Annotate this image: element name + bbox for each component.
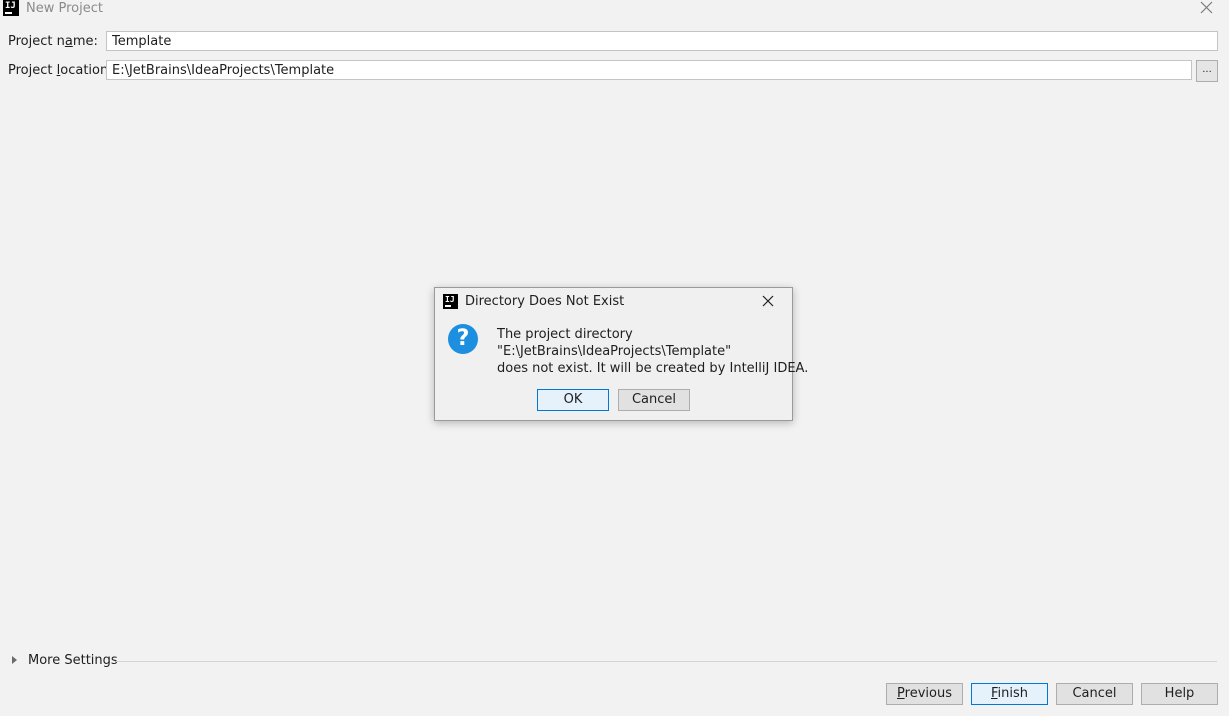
expand-triangle-icon xyxy=(12,656,17,664)
previous-button[interactable]: Previous xyxy=(886,683,963,705)
project-name-row: Project name: xyxy=(8,31,1219,53)
dialog-message-line: "E:\JetBrains\IdeaProjects\Template" xyxy=(497,344,732,359)
window-title: New Project xyxy=(26,1,103,16)
project-location-label: Project location: xyxy=(8,63,113,78)
project-name-input[interactable] xyxy=(106,31,1218,51)
more-settings-label: More Settings xyxy=(28,653,118,668)
title-bar: IJ New Project xyxy=(0,0,1229,18)
dialog-title: Directory Does Not Exist xyxy=(465,294,625,309)
window-close-button[interactable] xyxy=(1200,1,1213,14)
dialog-ok-button[interactable]: OK xyxy=(537,389,609,411)
dialog-cancel-button[interactable]: Cancel xyxy=(618,389,690,411)
question-icon: ? xyxy=(448,324,478,354)
dialog-message-line: does not exist. It will be created by In… xyxy=(497,361,809,376)
new-project-window: IJ New Project Project name: Project loc… xyxy=(0,0,1229,716)
more-settings-toggle[interactable]: More Settings xyxy=(12,652,1217,670)
dialog-close-button[interactable] xyxy=(762,295,774,307)
more-settings-divider xyxy=(116,661,1217,662)
intellij-logo-icon: IJ xyxy=(3,0,19,16)
finish-button[interactable]: Finish xyxy=(971,683,1048,705)
cancel-button[interactable]: Cancel xyxy=(1056,683,1133,705)
project-location-row: Project location: ... xyxy=(8,60,1219,82)
dialog-message-line: The project directory xyxy=(497,327,633,342)
project-name-label: Project name: xyxy=(8,34,98,49)
help-button[interactable]: Help xyxy=(1141,683,1218,705)
directory-not-exist-dialog: IJ Directory Does Not Exist ? The projec… xyxy=(434,287,808,421)
dialog-message: The project directory "E:\JetBrains\Idea… xyxy=(497,326,808,377)
close-icon xyxy=(1200,1,1213,14)
browse-button[interactable]: ... xyxy=(1196,60,1218,82)
intellij-logo-icon: IJ xyxy=(443,294,458,309)
close-icon xyxy=(762,295,774,307)
project-location-input[interactable] xyxy=(106,60,1192,80)
